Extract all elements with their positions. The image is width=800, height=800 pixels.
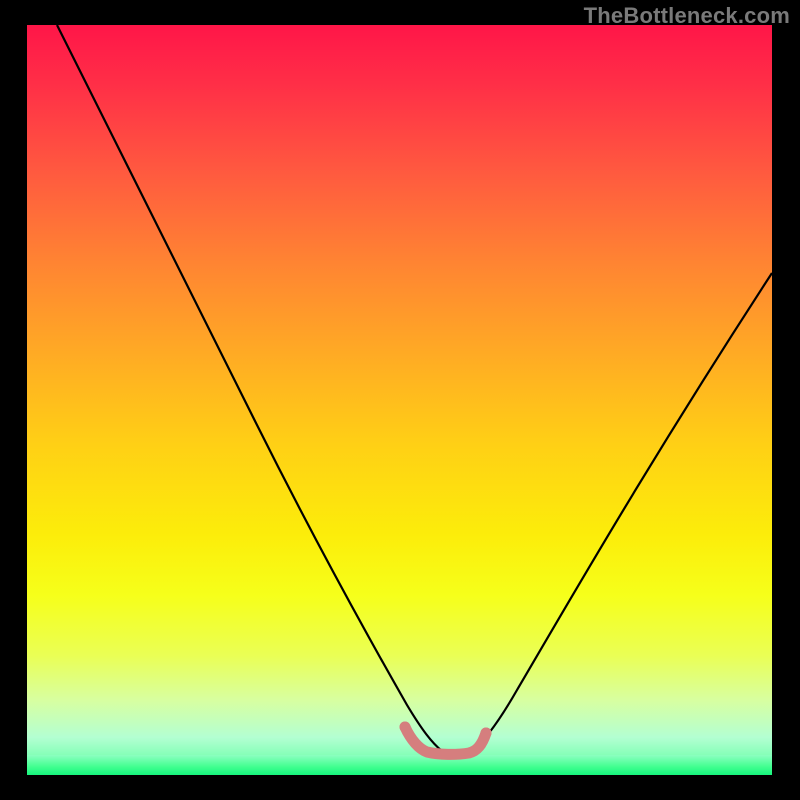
pink-dot-right xyxy=(481,728,492,739)
chart-frame xyxy=(27,25,772,775)
pink-valley xyxy=(405,727,486,754)
black-curve xyxy=(57,25,772,751)
pink-dot-left xyxy=(400,722,411,733)
chart-svg xyxy=(27,25,772,775)
